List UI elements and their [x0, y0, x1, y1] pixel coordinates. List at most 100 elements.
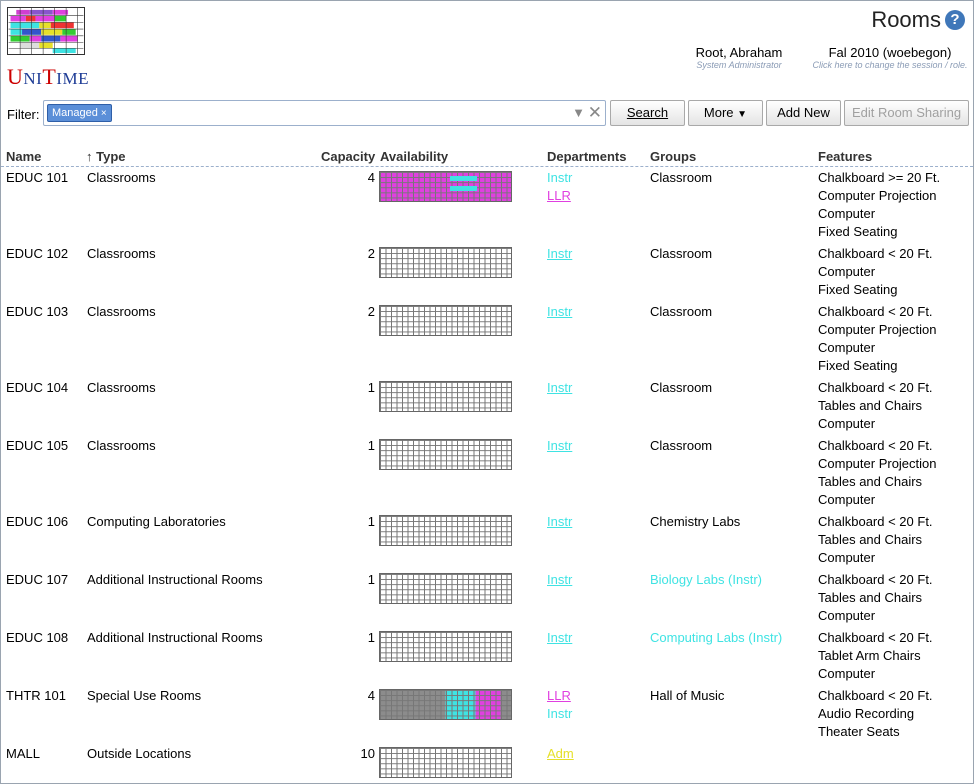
col-availability[interactable]: Availability: [380, 149, 448, 164]
filter-clear-icon[interactable]: ✕: [588, 103, 602, 123]
filter-label: Filter:: [7, 107, 40, 122]
more-button[interactable]: More ▼: [688, 100, 763, 126]
room-feature: Computer: [818, 550, 876, 565]
edit-room-sharing-label: Edit Room Sharing: [851, 105, 962, 120]
availability-grid[interactable]: [379, 381, 512, 412]
availability-grid[interactable]: [379, 515, 512, 546]
room-feature: Computer: [818, 264, 876, 279]
room-name: EDUC 107: [6, 572, 69, 587]
user-name: Root, Abraham: [695, 45, 783, 60]
filter-chip-label: Managed: [52, 107, 98, 119]
session-name: Fal 2010 (woebegon): [828, 45, 952, 60]
department-link[interactable]: Instr: [547, 437, 572, 455]
room-feature: Computer: [818, 608, 876, 623]
room-group: Classroom: [650, 304, 713, 319]
room-feature: Chalkboard < 20 Ft.: [818, 514, 933, 529]
session-hint: Click here to change the session / role.: [812, 60, 968, 70]
department-link[interactable]: Instr: [547, 303, 572, 321]
department-link[interactable]: Adm: [547, 745, 574, 763]
availability-instr-block: [379, 171, 512, 202]
room-feature: Theater Seats: [818, 724, 900, 739]
availability-grid[interactable]: [379, 247, 512, 278]
department-link[interactable]: Instr: [547, 705, 572, 723]
department-link[interactable]: LLR: [547, 187, 571, 205]
instr-cell: [450, 186, 477, 191]
add-new-button[interactable]: Add New: [766, 100, 841, 126]
page-title: Rooms: [871, 7, 941, 32]
room-name: EDUC 105: [6, 438, 69, 453]
room-type: Classrooms: [87, 304, 156, 319]
room-feature: Tables and Chairs: [818, 398, 923, 413]
availability-grid[interactable]: [379, 305, 512, 336]
col-name[interactable]: Name: [6, 149, 41, 164]
room-capacity: 1: [367, 572, 375, 587]
user-info[interactable]: Root, Abraham System Administrator: [691, 45, 787, 70]
department-link[interactable]: Instr: [547, 379, 572, 397]
room-name: EDUC 106: [6, 514, 69, 529]
filter-input[interactable]: Managed × ▼ ✕: [43, 100, 606, 126]
room-feature: Chalkboard < 20 Ft.: [818, 304, 933, 319]
room-group: Classroom: [650, 438, 713, 453]
availability-grid[interactable]: [379, 747, 512, 778]
department-link[interactable]: Instr: [547, 513, 572, 531]
logo-text: UNITIME: [7, 64, 89, 89]
room-type: Additional Instructional Rooms: [87, 572, 263, 587]
room-group: Computing Labs (Instr): [650, 630, 783, 645]
more-chevron-icon: ▼: [737, 109, 748, 120]
room-feature: Chalkboard < 20 Ft.: [818, 380, 933, 395]
help-icon[interactable]: ?: [945, 10, 965, 30]
department-link[interactable]: LLR: [547, 687, 571, 705]
room-feature: Fixed Seating: [818, 358, 898, 373]
room-capacity: 2: [367, 304, 375, 319]
table-header: Name ↑ Type Capacity Availability Depart…: [1, 148, 973, 167]
room-capacity: 1: [367, 380, 375, 395]
filter-dropdown-icon[interactable]: ▼: [572, 105, 585, 120]
room-feature: Chalkboard < 20 Ft.: [818, 630, 933, 645]
department-link[interactable]: Instr: [547, 169, 572, 187]
unitime-logo[interactable]: UNITIME: [7, 7, 89, 90]
instr-cell: [450, 176, 477, 181]
room-feature: Chalkboard < 20 Ft.: [818, 438, 933, 453]
chip-remove-icon[interactable]: ×: [101, 108, 107, 119]
col-capacity[interactable]: Capacity: [321, 149, 375, 164]
col-type[interactable]: ↑ Type: [86, 149, 126, 164]
room-feature: Audio Recording: [818, 706, 915, 721]
room-type: Special Use Rooms: [87, 688, 202, 703]
room-type: Computing Laboratories: [87, 514, 226, 529]
room-feature: Computer: [818, 492, 876, 507]
add-new-button-label: Add New: [777, 105, 830, 120]
room-feature: Computer: [818, 206, 876, 221]
session-info[interactable]: Fal 2010 (woebegon) Click here to change…: [807, 45, 973, 70]
room-group: Chemistry Labs: [650, 514, 741, 529]
availability-grid[interactable]: [379, 439, 512, 470]
room-capacity: 2: [367, 246, 375, 261]
room-group: Biology Labs (Instr): [650, 572, 762, 587]
col-groups[interactable]: Groups: [650, 149, 696, 164]
room-feature: Computer Projection: [818, 188, 937, 203]
department-link[interactable]: Instr: [547, 629, 572, 647]
col-departments[interactable]: Departments: [547, 149, 626, 164]
filter-chip-managed[interactable]: Managed ×: [47, 104, 112, 122]
room-group: Hall of Music: [650, 688, 725, 703]
room-capacity: 4: [367, 170, 375, 185]
room-name: MALL: [6, 746, 40, 761]
room-capacity: 4: [367, 688, 375, 703]
room-name: EDUC 101: [6, 170, 69, 185]
department-link[interactable]: Instr: [547, 571, 572, 589]
user-role: System Administrator: [696, 60, 782, 70]
availability-grid[interactable]: [379, 689, 512, 720]
room-feature: Tables and Chairs: [818, 532, 923, 547]
availability-grid[interactable]: [379, 631, 512, 662]
room-group: Classroom: [650, 170, 713, 185]
room-type: Additional Instructional Rooms: [87, 630, 263, 645]
col-type-label: Type: [96, 149, 126, 164]
availability-grid[interactable]: [379, 573, 512, 604]
room-feature: Tablet Arm Chairs: [818, 648, 921, 663]
col-features[interactable]: Features: [818, 149, 872, 164]
room-feature: Computer Projection: [818, 322, 937, 337]
room-name: EDUC 104: [6, 380, 69, 395]
search-button[interactable]: Search: [610, 100, 685, 126]
department-link[interactable]: Instr: [547, 245, 572, 263]
room-feature: Chalkboard < 20 Ft.: [818, 688, 933, 703]
room-capacity: 1: [367, 630, 375, 645]
